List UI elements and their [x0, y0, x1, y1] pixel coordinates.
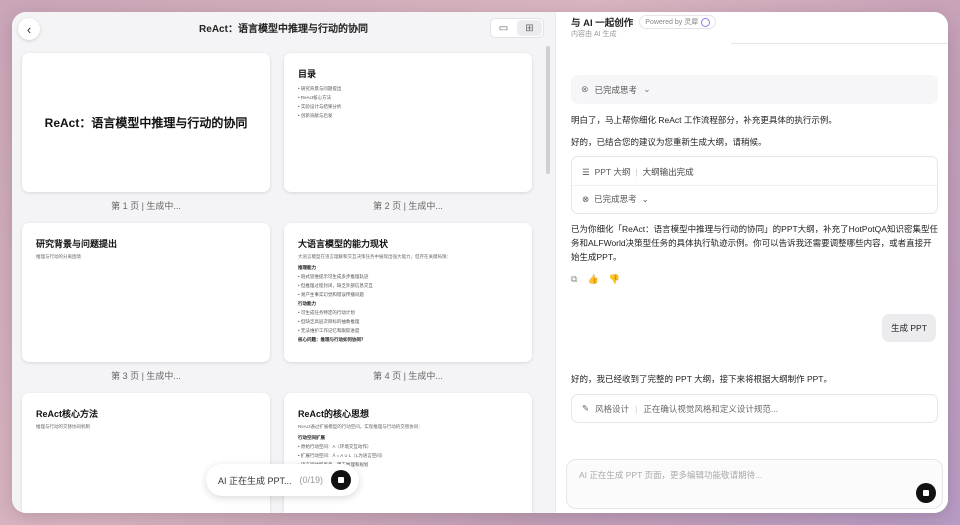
slide-caption: 第 1 页 | 生成中... — [111, 201, 181, 211]
document-title: ReAct：语言模型中推理与行动的协同 — [199, 24, 368, 35]
toc-list: • 研究背景与问题提出 • ReAct核心方法 • 实验设计与结果分析 • 创新… — [298, 84, 341, 120]
generation-status: AI 正在生成 PPT... (0/19) — [206, 464, 360, 496]
assistant-message: 好的，已结合您的建议为您重新生成大纲，请稍候。 — [571, 137, 767, 147]
slide-bullet: 行动空间扩展 — [298, 435, 325, 440]
chat-title: 与 AI 一起创作 — [571, 18, 634, 29]
thumbs-down-icon[interactable]: 👎 — [609, 274, 620, 285]
slide-title: ReAct的核心思想 — [298, 409, 370, 419]
toc-item: • ReAct核心方法 — [298, 95, 332, 100]
logo-icon — [701, 17, 711, 27]
style-status: 正在确认视觉风格和定义设计规范... — [643, 403, 778, 414]
slide-title: 目录 — [298, 69, 317, 79]
grid-view-icon[interactable]: ⊞ — [517, 20, 542, 36]
view-toggle: ▭ ⊞ — [490, 18, 544, 38]
powered-by-label: Powered by 灵犀 — [645, 19, 699, 26]
slide-bullet: • 原始行动空间：A（环境交互动作） — [298, 444, 372, 449]
outline-label: PPT 大纲 — [594, 167, 631, 177]
chevron-down-icon: ⌄ — [643, 84, 651, 94]
slide-caption: 第 4 页 | 生成中... — [373, 371, 443, 381]
chevron-down-icon: ⌄ — [641, 193, 649, 204]
slide-bullet: • 可生成任务特定的行动计划 — [298, 310, 355, 315]
thumbs-up-icon[interactable]: 👍 — [587, 274, 598, 285]
slide-thumbnail[interactable]: 研究背景与问题提出 推理与行动的分离困境 — [22, 223, 270, 362]
input-placeholder: AI 正在生成 PPT 页面，更多编辑功能敬请期待... — [579, 470, 763, 480]
separator: | — [635, 403, 638, 414]
chat-input[interactable]: AI 正在生成 PPT 页面，更多编辑功能敬请期待... — [566, 459, 943, 509]
slide-title: ReAct：语言模型中推理与行动的协同 — [44, 116, 248, 130]
slide-bullets: 推理能力 • 链式思维提示可生成多步推理轨迹 • 但推理过程封闭，缺乏外部信息交… — [298, 263, 373, 344]
chat-subtitle: 内容由 AI 生成 — [571, 31, 617, 38]
chevron-left-icon: ‹ — [26, 21, 32, 37]
user-message: 生成 PPT — [882, 314, 936, 342]
stop-button[interactable] — [916, 483, 936, 503]
style-label: 风格设计 — [595, 403, 630, 414]
thinking-icon: ⊗ — [582, 193, 590, 204]
style-design-card[interactable]: ✎ 风格设计 | 正在确认视觉风格和定义设计规范... — [571, 394, 938, 423]
slide-bullet: • 但缺乏高层次目标的抽象推理 — [298, 319, 360, 324]
divider — [572, 185, 937, 186]
slide-title: 研究背景与问题提出 — [36, 239, 118, 249]
back-button[interactable]: ‹ — [18, 18, 40, 40]
app-window: ReAct：语言模型中推理与行动的协同 ‹ ▭ ⊞ ReAct：语言模型中推理与… — [12, 12, 948, 513]
outline-card[interactable]: ☰ PPT 大纲 | 大纲输出完成 ⊗ 已完成思考 ⌄ — [571, 156, 938, 214]
slide-thumbnail[interactable]: 大语言模型的能力现状 大语言模型在语言理解和交互决策任务中展现出强大能力，但存在… — [284, 223, 532, 362]
thinking-status[interactable]: ⊗ 已完成思考 ⌄ — [571, 75, 938, 104]
style-icon: ✎ — [582, 403, 590, 413]
divider — [731, 43, 948, 44]
slide-bullet: • 但推理过程封闭，缺乏外部信息交互 — [298, 283, 373, 288]
stop-icon — [338, 477, 345, 483]
assistant-message: 明白了，马上帮你细化 ReAct 工作流程部分，补充更具体的执行示例。 — [571, 115, 837, 125]
slide-title: ReAct核心方法 — [36, 409, 99, 419]
separator: | — [635, 167, 638, 177]
message-actions: ⧉ 👍 👎 — [571, 274, 620, 285]
slide-caption: 第 2 页 | 生成中... — [373, 201, 443, 211]
slide-thumbnail[interactable]: ReAct：语言模型中推理与行动的协同 — [22, 53, 270, 192]
outline-row: ☰ PPT 大纲 | 大纲输出完成 — [582, 166, 694, 178]
slide-subtitle: 大语言模型在语言理解和交互决策任务中展现出强大能力，但存在关键局限： — [298, 254, 451, 259]
stop-generation-button[interactable] — [331, 470, 352, 490]
slide-thumbnail[interactable]: 目录 • 研究背景与问题提出 • ReAct核心方法 • 实验设计与结果分析 •… — [284, 53, 532, 192]
powered-by-badge: Powered by 灵犀 — [639, 15, 717, 29]
slide-subtitle: 推理与行动的分离困境 — [36, 254, 81, 259]
copy-icon[interactable]: ⧉ — [571, 274, 577, 285]
slide-bullet: 核心问题：推理与行动如何协同？ — [298, 337, 366, 342]
chat-header: 与 AI 一起创作 Powered by 灵犀 — [571, 15, 717, 29]
scrollbar[interactable] — [546, 46, 550, 174]
thinking-icon: ⊗ — [581, 84, 589, 94]
slide-subtitle: ReAct通过扩展模型的行动空间，实现推理与行动的交替协同： — [298, 424, 423, 429]
slide-subtitle: 推理与行动的交替协同机制 — [36, 424, 90, 429]
slide-caption: 第 3 页 | 生成中... — [111, 371, 181, 381]
slide-bullet: • 无法维护工作记忆和跟踪进度 — [298, 328, 360, 333]
toc-item: • 研究背景与问题提出 — [298, 86, 342, 91]
stop-icon — [923, 490, 929, 496]
assistant-message: 已为你细化「ReAct：语言模型中推理与行动的协同」的PPT大纲，补充了HotP… — [571, 224, 938, 262]
chat-pane: 与 AI 一起创作 Powered by 灵犀 内容由 AI 生成 ⊗ 已完成思… — [555, 12, 948, 513]
thinking-status[interactable]: ⊗ 已完成思考 ⌄ — [582, 193, 649, 205]
slide-bullet: 推理能力 — [298, 265, 316, 270]
toc-item: • 创新贡献与启发 — [298, 113, 333, 118]
generation-label: AI 正在生成 PPT... — [218, 475, 292, 486]
thinking-label: 已完成思考 — [594, 84, 638, 95]
slide-title: 大语言模型的能力现状 — [298, 239, 389, 249]
assistant-message: 好的，我已经收到了完整的 PPT 大纲，接下来将根据大纲制作 PPT。 — [571, 374, 832, 384]
thinking-label: 已完成思考 — [594, 194, 637, 204]
slide-bullet: • 链式思维提示可生成多步推理轨迹 — [298, 274, 369, 279]
slide-bullet: 行动能力 — [298, 301, 316, 306]
slides-header: ReAct：语言模型中推理与行动的协同 ‹ ▭ ⊞ — [12, 12, 555, 46]
slide-bullet: • 扩展行动空间：Â = A ∪ L（L为语言空间） — [298, 453, 386, 458]
list-view-icon[interactable]: ▭ — [491, 19, 516, 37]
toc-item: • 实验设计与结果分析 — [298, 104, 342, 109]
outline-status: 大纲输出完成 — [642, 167, 694, 177]
slides-pane: ReAct：语言模型中推理与行动的协同 ‹ ▭ ⊞ ReAct：语言模型中推理与… — [12, 12, 555, 513]
generation-count: (0/19) — [299, 475, 324, 485]
slide-bullet: • 易产生事实幻觉和错误传播问题 — [298, 292, 364, 297]
list-icon: ☰ — [582, 166, 590, 177]
